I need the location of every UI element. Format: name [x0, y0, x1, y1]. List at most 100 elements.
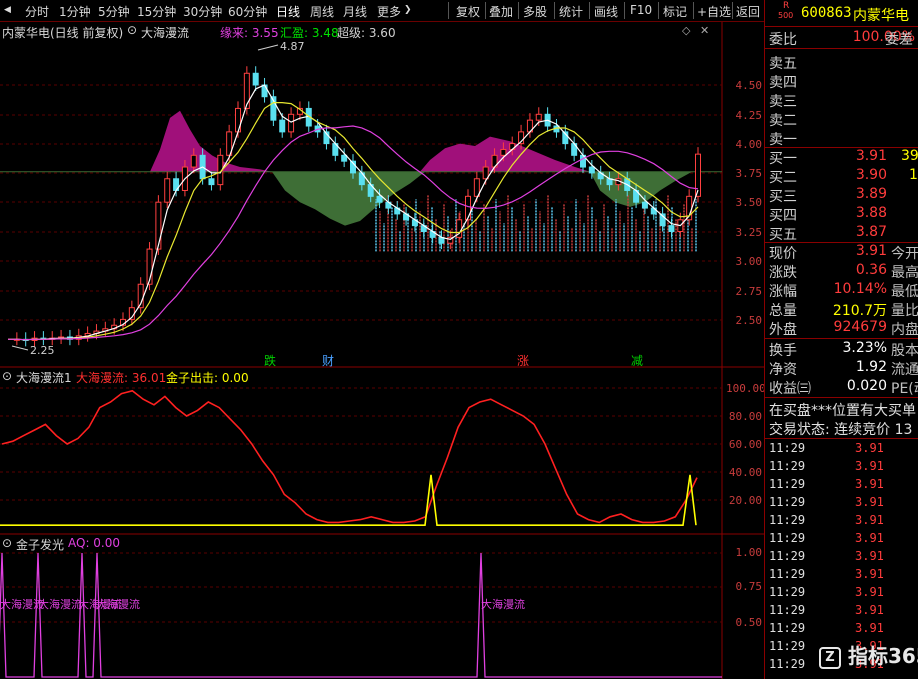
y-tick: 40.00 [728, 466, 762, 479]
diamond-icon[interactable]: ◇ [682, 24, 690, 37]
sell-label: 卖二 [769, 113, 797, 129]
divider [765, 438, 918, 439]
toolbar-divider [732, 2, 733, 19]
f10-button[interactable]: F10 [630, 3, 652, 17]
tick-row: 11:29 3.91 [769, 603, 918, 621]
overlay-button[interactable]: 叠加 [489, 3, 513, 20]
y-tick: 2.75 [735, 285, 763, 298]
low-pointer [11, 345, 29, 351]
scroll-left-icon[interactable]: ◀ [4, 5, 11, 15]
legend-dahai: 大海漫流: 36.01 [76, 371, 167, 385]
stat-label: 涨幅 [769, 284, 797, 300]
stat-extra-label: 内盘 [891, 322, 918, 338]
stat-row: 收益㈢ 0.020 PE(动 [769, 378, 918, 397]
tab-30min[interactable]: 30分钟 [183, 3, 222, 20]
draw-line-button[interactable]: 画线 [594, 3, 618, 20]
r-badge: R [783, 1, 790, 11]
candle-body [208, 178, 215, 186]
tab-60min[interactable]: 60分钟 [228, 3, 267, 20]
tick-time: 11:29 [769, 513, 806, 527]
tab-more[interactable]: 更多 [377, 3, 401, 20]
stat-value: 210.7万 [832, 303, 887, 319]
legend-jinzi: 金子出击: 0.00 [166, 371, 249, 385]
stat-label: 外盘 [769, 322, 797, 338]
statistics-button[interactable]: 统计 [559, 3, 583, 20]
tab-intraday[interactable]: 分时 [25, 3, 49, 20]
main-indicator-name[interactable]: 大海漫流 [141, 24, 189, 41]
tab-monthly[interactable]: 月线 [343, 3, 367, 20]
y-tick: 4.50 [735, 79, 763, 92]
buy-label: 买一 [769, 151, 797, 167]
candle-body [500, 148, 507, 156]
sell-label: 卖四 [769, 75, 797, 91]
tab-1min[interactable]: 1分钟 [59, 3, 91, 20]
buy-row-3: 买三 3.89 [769, 186, 918, 205]
sell-row-3: 卖三 [769, 91, 918, 110]
buy-label: 买四 [769, 208, 797, 224]
stat-value: 924679 [833, 319, 887, 335]
panel3-title[interactable]: 金子发光 [16, 536, 64, 553]
stat-extra-label: 最低 [891, 284, 918, 300]
candle-body [164, 178, 171, 203]
y-tick: 0.75 [735, 580, 763, 593]
panel2-toggle-icon[interactable]: ⊙ [2, 369, 12, 383]
panel2-title[interactable]: 大海漫流1 [16, 369, 72, 386]
tick-price: 3.91 [855, 549, 884, 563]
tick-time: 11:29 [769, 639, 806, 653]
tick-time: 11:29 [769, 549, 806, 563]
candle-body [668, 225, 675, 232]
multi-stock-button[interactable]: 多股 [523, 3, 547, 20]
candle-body [376, 195, 383, 203]
stat-label: 换手 [769, 343, 797, 359]
tick-time: 11:29 [769, 657, 806, 671]
tick-time: 11:29 [769, 621, 806, 635]
stat-extra-label: 股本 [891, 343, 918, 359]
tick-row: 11:29 3.91 [769, 513, 918, 531]
sell-label: 卖三 [769, 94, 797, 110]
tick-time: 11:29 [769, 603, 806, 617]
watermark-logo: Z 指标365 [819, 640, 918, 669]
add-watchlist-button[interactable]: +自选 [697, 3, 731, 20]
tab-weekly[interactable]: 周线 [310, 3, 334, 20]
more-arrow-icon[interactable]: ❯ [404, 5, 412, 15]
y-tick: 80.00 [728, 410, 762, 423]
candle-body [588, 166, 595, 174]
indicator-toggle-icon[interactable]: ⊙ [127, 23, 137, 37]
y-tick: 2.50 [735, 314, 763, 327]
tab-daily[interactable]: 日线 [276, 3, 300, 20]
tab-15min[interactable]: 15分钟 [137, 3, 176, 20]
stat-row: 涨幅 10.14% 最低 [769, 281, 918, 300]
buy-row-2: 买二 3.90 1 [769, 167, 918, 186]
toolbar-divider [624, 2, 625, 19]
tick-row: 11:29 3.91 [769, 531, 918, 549]
buy-row-5: 买五 3.87 [769, 224, 918, 243]
candle-body [190, 154, 197, 168]
tick-time: 11:29 [769, 585, 806, 599]
tick-price: 3.91 [855, 441, 884, 455]
close-icon[interactable]: ✕ [700, 24, 709, 37]
mark-button[interactable]: 标记 [663, 3, 687, 20]
kline-chart-canvas[interactable] [0, 22, 764, 679]
stock-code[interactable]: 600863 [801, 5, 852, 21]
marker-zhang: 涨 [517, 354, 530, 368]
stat-row: 换手 3.23% 股本 [769, 340, 918, 359]
trade-status: 交易状态: 连续竞价 13 [769, 422, 913, 438]
stat-extra-label: 流通 [891, 362, 918, 378]
stat-extra-label: 最高 [891, 265, 918, 281]
tick-row: 11:29 3.91 [769, 495, 918, 513]
marker-jian: 减 [631, 354, 644, 368]
panel3-toggle-icon[interactable]: ⊙ [2, 536, 12, 550]
tab-5min[interactable]: 5分钟 [98, 3, 130, 20]
adjust-button[interactable]: 复权 [456, 3, 480, 20]
back-button[interactable]: 返回 [736, 3, 760, 20]
y-tick: 1.00 [735, 546, 763, 559]
stock-name[interactable]: 内蒙华电 [853, 5, 909, 25]
y-tick: 20.00 [728, 494, 762, 507]
tick-time: 11:29 [769, 531, 806, 545]
tick-row: 11:29 3.91 [769, 549, 918, 567]
stat-row: 外盘 924679 内盘 [769, 319, 918, 338]
legend-yuanlai: 缘来: 3.55 [220, 26, 279, 40]
green-band [590, 171, 692, 207]
oscillator-line [1, 389, 698, 524]
period-toolbar: ◀ 分时 1分钟 5分钟 15分钟 30分钟 60分钟 日线 周线 月线 更多 … [0, 0, 764, 22]
